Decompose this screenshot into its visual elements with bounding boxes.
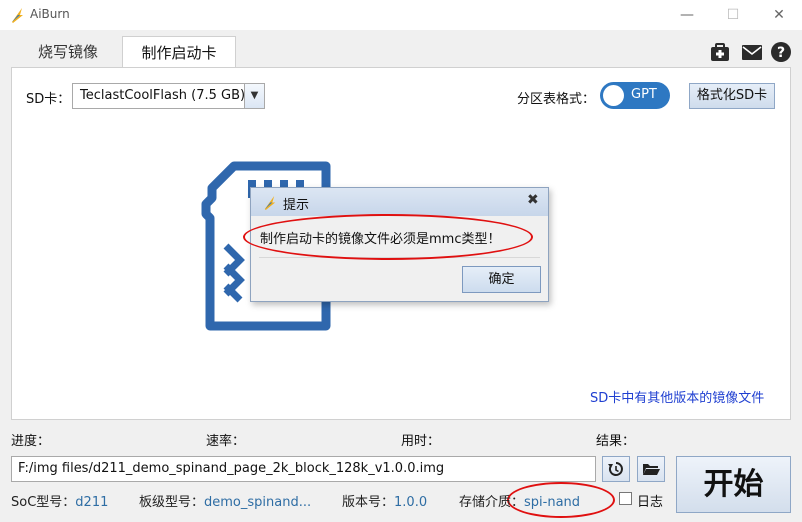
board-info: 板级型号：demo_spinand...	[139, 491, 311, 510]
start-button[interactable]: 开始	[676, 456, 791, 513]
minimize-button[interactable]: —	[664, 0, 710, 30]
maximize-button[interactable]: ☐	[710, 0, 756, 30]
speed-label: 速率：	[206, 434, 246, 449]
app-logo-icon	[12, 8, 23, 23]
dialog-title: 提示	[283, 198, 310, 213]
partition-format-toggle[interactable]: GPT	[600, 82, 670, 109]
progress-label: 进度：	[11, 434, 51, 449]
help-icon[interactable]: ?	[770, 41, 792, 63]
version-key: 版本号：	[342, 495, 395, 510]
result-label: 结果：	[596, 434, 636, 449]
first-aid-kit-icon[interactable]	[709, 41, 731, 63]
sd-card-select[interactable]: TeclastCoolFlash (7.5 GB) ▼	[72, 83, 265, 109]
folder-open-icon	[643, 464, 660, 475]
title-bar: AiBurn — ☐ ✕	[0, 0, 802, 30]
image-path-input[interactable]: F:/img files/d211_demo_spinand_page_2k_b…	[11, 456, 596, 482]
app-logo-icon	[264, 195, 276, 210]
close-button[interactable]: ✕	[756, 0, 802, 30]
sd-card-label: SD卡：	[26, 92, 71, 107]
chevron-down-icon[interactable]: ▼	[244, 84, 264, 108]
window-title: AiBurn	[30, 7, 70, 21]
toggle-knob	[603, 85, 624, 106]
soc-value: d211	[75, 495, 109, 510]
dialog-titlebar: 提示 ✖	[251, 188, 548, 216]
history-button[interactable]	[602, 456, 630, 482]
time-label: 用时：	[401, 434, 441, 449]
toggle-value: GPT	[631, 87, 657, 102]
log-label: 日志	[637, 495, 664, 510]
storage-value: spi-nand	[524, 495, 581, 510]
partition-format-label: 分区表格式：	[517, 92, 596, 107]
dialog-ok-button[interactable]: 确定	[462, 266, 541, 293]
svg-text:?: ?	[777, 45, 785, 61]
version-value: 1.0.0	[394, 495, 428, 510]
mail-icon[interactable]	[741, 41, 763, 63]
history-icon	[608, 462, 623, 476]
tab-burn-image[interactable]: 烧写镜像	[24, 36, 112, 68]
storage-info: 存储介质：spi-nand	[459, 491, 580, 510]
soc-info: SoC型号：d211	[11, 491, 108, 510]
board-value: demo_spinand...	[204, 495, 312, 510]
format-sd-button[interactable]: 格式化SD卡	[689, 83, 775, 109]
soc-key: SoC型号：	[11, 495, 76, 510]
other-version-link[interactable]: SD卡中有其他版本的镜像文件	[590, 387, 764, 406]
storage-key: 存储介质：	[459, 495, 525, 510]
dialog-close-icon[interactable]: ✖	[527, 192, 539, 208]
open-folder-button[interactable]	[637, 456, 665, 482]
board-key: 板级型号：	[139, 495, 205, 510]
tab-make-boot-card[interactable]: 制作启动卡	[122, 36, 236, 68]
version-info: 版本号：1.0.0	[342, 491, 427, 510]
annotation-ellipse	[243, 214, 533, 260]
sd-card-selected-value: TeclastCoolFlash (7.5 GB)	[80, 88, 246, 103]
log-checkbox[interactable]	[619, 492, 632, 505]
